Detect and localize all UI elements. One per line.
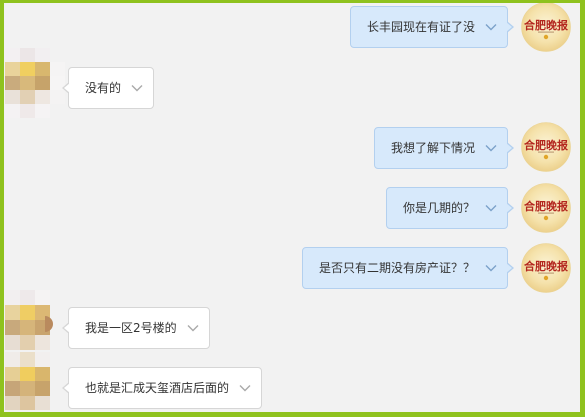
chevron-down-icon[interactable] [485, 144, 497, 152]
avatar-pixel [35, 366, 50, 381]
message-bubble-sent[interactable]: 长丰园现在有证了没 [349, 6, 515, 48]
avatar-pixel [5, 366, 20, 381]
avatar-pixel [20, 290, 35, 305]
avatar-pixel [20, 320, 35, 335]
message-bubble-sent[interactable]: 我想了解下情况 [373, 127, 515, 169]
message-bubble-sent[interactable]: 你是几期的？ [385, 187, 515, 229]
avatar-pixel [35, 76, 50, 90]
message-text: 没有的 [85, 81, 122, 95]
avatar-pixel [5, 305, 20, 320]
message-text: 是否只有二期没有房产证？？ [318, 261, 475, 275]
avatar-pixel [20, 366, 35, 381]
logo-lettering: 合肥晚报 [524, 199, 569, 213]
avatar-pixel [20, 104, 35, 118]
avatar-pixel [35, 335, 50, 350]
chevron-down-icon[interactable] [187, 324, 199, 332]
avatar[interactable] [5, 48, 65, 118]
avatar-pixel [20, 381, 35, 396]
avatar-pixel [35, 48, 50, 62]
chevron-down-icon[interactable] [131, 84, 143, 92]
chat-screen: 长丰园现在有证了没 合肥晚报 没有的 我想了解下情况 合肥晚报 你是几期的？ 合… [0, 0, 585, 417]
avatar-pixel [35, 381, 50, 396]
avatar-pixel [5, 290, 20, 305]
message-text: 我想了解下情况 [390, 141, 475, 155]
logo-lettering: 合肥晚报 [524, 18, 569, 32]
avatar-pixel [5, 320, 20, 335]
avatar-pixel [20, 395, 35, 410]
message-bubble-received[interactable]: 没有的 [61, 67, 155, 109]
avatar-pixel [50, 104, 65, 118]
avatar-pixel [5, 48, 20, 62]
message-bubble-sent[interactable]: 是否只有二期没有房产证？？ [301, 247, 515, 289]
avatar[interactable]: 合肥晚报 [521, 2, 571, 52]
avatar-pixel [35, 90, 50, 104]
avatar-pixel [35, 290, 50, 305]
avatar-pixel [20, 90, 35, 104]
avatar-pixel [20, 352, 35, 367]
logo-lettering: 合肥晚报 [524, 259, 569, 273]
avatar-pixel [50, 62, 65, 76]
avatar-pixel [20, 48, 35, 62]
logo-lettering: 合肥晚报 [524, 138, 569, 152]
avatar-pixel [5, 352, 20, 367]
chevron-down-icon[interactable] [485, 23, 497, 31]
avatar[interactable]: 合肥晚报 [521, 122, 571, 172]
avatar-pixel [35, 395, 50, 410]
avatar[interactable]: 合肥晚报 [521, 243, 571, 293]
message-bubble-received[interactable]: 也就是汇成天玺酒店后面的 [61, 367, 263, 409]
avatar-pixel [5, 395, 20, 410]
avatar-pixel [35, 62, 50, 76]
chevron-down-icon[interactable] [239, 384, 251, 392]
message-text: 你是几期的？ [402, 201, 475, 215]
avatar-pixel [50, 48, 65, 62]
message-text: 也就是汇成天玺酒店后面的 [85, 381, 230, 395]
avatar-pixel [5, 104, 20, 118]
avatar-pixel [5, 76, 20, 90]
avatar[interactable]: 合肥晚报 [521, 183, 571, 233]
avatar[interactable] [5, 290, 50, 350]
avatar-pixel [20, 335, 35, 350]
avatar-pixel [5, 381, 20, 396]
avatar-pixel [20, 62, 35, 76]
chevron-down-icon[interactable] [485, 204, 497, 212]
message-text: 我是一区2号楼的 [85, 321, 177, 335]
avatar-pixel [35, 104, 50, 118]
message-bubble-received[interactable]: 我是一区2号楼的 [62, 307, 210, 349]
avatar-pixel [20, 76, 35, 90]
chevron-down-icon[interactable] [485, 264, 497, 272]
avatar[interactable] [5, 352, 50, 410]
avatar-pixel [20, 305, 35, 320]
avatar-pixel [5, 90, 20, 104]
avatar-pixel [5, 335, 20, 350]
avatar-edge [45, 316, 53, 332]
avatar-pixel [35, 352, 50, 367]
message-text: 长丰园现在有证了没 [366, 20, 475, 34]
avatar-pixel [5, 62, 20, 76]
